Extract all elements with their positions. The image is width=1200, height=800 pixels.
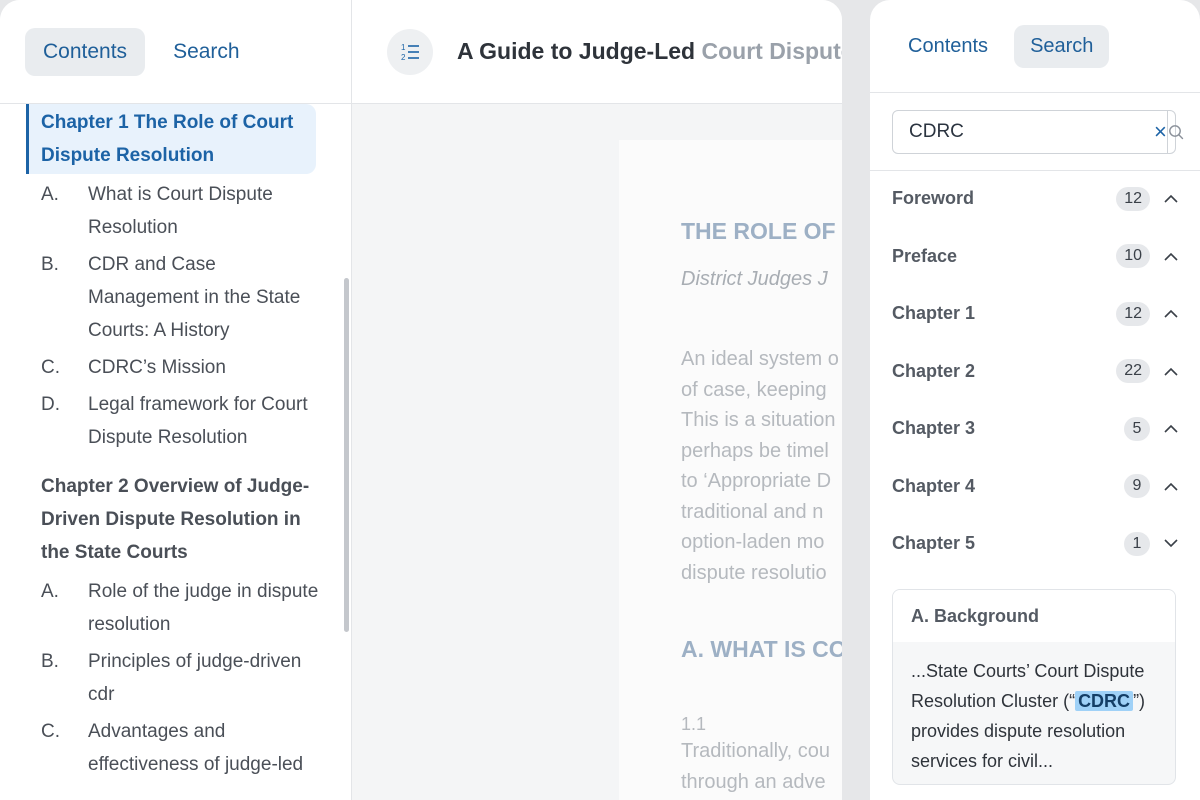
toc-item-label: CDR and Case Management in the State Cou…: [88, 254, 301, 341]
snippet-text: ...State Courts’ Court Dispute Resolutio…: [893, 642, 1175, 776]
toc-chapter-1[interactable]: Chapter 1 The Role of Court Dispute Reso…: [26, 104, 316, 174]
document-title-main: A Guide to Judge-Led: [457, 38, 696, 64]
result-group-chapter-2[interactable]: Chapter 2 22: [870, 343, 1200, 401]
match-count-badge: 22: [1116, 359, 1150, 384]
paragraph-line: An ideal system o: [681, 348, 839, 370]
toc-item[interactable]: C. Advantages and effectiveness of judge…: [41, 715, 321, 781]
toc-item[interactable]: B. Principles of judge-driven cdr: [41, 645, 321, 711]
paragraph-line: of case, keeping: [681, 378, 827, 401]
result-group-name: Chapter 3: [892, 418, 976, 439]
search-results: Foreword 12 Preface 10 Chapter 1 12 Chap…: [870, 170, 1200, 573]
paragraph-line: Traditionally, cou: [681, 740, 830, 762]
search-input[interactable]: [893, 111, 1154, 153]
magnifier-icon: [1168, 125, 1184, 140]
toc-item-letter: C.: [41, 357, 60, 378]
result-group-chapter-1[interactable]: Chapter 1 12: [870, 285, 1200, 343]
close-icon: ×: [1154, 119, 1167, 144]
paragraph-line: to ‘Appropriate D: [681, 470, 832, 492]
toc-item-letter: C.: [41, 721, 60, 742]
toc-item[interactable]: A. Role of the judge in dispute resoluti…: [41, 575, 321, 641]
chevron-down-icon: [1164, 537, 1178, 551]
chevron-up-icon: [1164, 479, 1178, 493]
result-group-chapter-5[interactable]: Chapter 5 1: [870, 515, 1200, 573]
result-group-preface[interactable]: Preface 10: [870, 228, 1200, 286]
paragraph: An ideal system o of case, keeping This …: [681, 344, 839, 588]
result-group-name: Chapter 4: [892, 475, 976, 496]
clear-search-button[interactable]: ×: [1154, 111, 1167, 153]
section-paragraph: Traditionally, cou through an adve: [681, 736, 830, 798]
section-heading: A. WHAT IS COU: [681, 636, 842, 662]
result-group-name: Chapter 1: [892, 303, 976, 324]
toc-item-label: CDRC’s Mission: [88, 357, 226, 378]
chevron-up-icon: [1164, 364, 1178, 378]
svg-text:2: 2: [401, 53, 406, 62]
reader-window: Contents Search Chapter 1 The Role of Co…: [0, 0, 842, 800]
tab-search[interactable]: Search: [155, 28, 258, 76]
match-count-badge: 9: [1124, 474, 1150, 499]
match-count-badge: 5: [1124, 416, 1150, 441]
document-header: 1 2 A Guide to Judge-Led Court Dispute R: [352, 0, 842, 104]
search-button[interactable]: [1166, 111, 1184, 153]
result-group-name: Foreword: [892, 188, 975, 209]
toc-item-letter: D.: [41, 394, 60, 415]
toc-item[interactable]: B. CDR and Case Management in the State …: [41, 248, 321, 347]
result-group-name: Chapter 2: [892, 360, 976, 381]
result-group-foreword[interactable]: Foreword 12: [870, 170, 1200, 228]
match-count-badge: 1: [1124, 531, 1150, 556]
ordered-list-icon: 1 2: [401, 43, 419, 62]
search-result-snippet[interactable]: A. Background ...State Courts’ Court Dis…: [892, 589, 1176, 785]
navigation-panel: Contents Search Chapter 1 The Role of Co…: [0, 0, 352, 800]
toc-item-label: Principles of judge-driven cdr: [88, 651, 302, 705]
paragraph-line: traditional and n: [681, 500, 824, 523]
toc-item-label: Role of the judge in dispute resolution: [88, 581, 319, 635]
result-group-name: Chapter 5: [892, 533, 976, 554]
chevron-up-icon: [1164, 249, 1178, 263]
paragraph-line: This is a situation: [681, 409, 836, 431]
document-title: A Guide to Judge-Led Court Dispute R: [457, 38, 842, 65]
chevron-up-icon: [1164, 422, 1178, 436]
paragraph-line: dispute resolutio: [681, 561, 827, 584]
chevron-up-icon: [1164, 307, 1178, 321]
toc-item-letter: B.: [41, 651, 59, 672]
result-group-chapter-4[interactable]: Chapter 4 9: [870, 458, 1200, 516]
snippet-heading: A. Background: [893, 590, 1175, 642]
toc-item-letter: A.: [41, 184, 59, 205]
search-match-highlight: CDRC: [1075, 691, 1134, 711]
match-count-badge: 12: [1116, 301, 1150, 326]
toc-item-label: Advantages and effectiveness of judge-le…: [88, 721, 304, 775]
toc-item[interactable]: C. CDRC’s Mission: [41, 351, 321, 384]
tab-contents[interactable]: Contents: [892, 25, 1004, 68]
toc-item-label: Legal framework for Court Dispute Resolu…: [88, 394, 308, 448]
toc-scrollbar[interactable]: [344, 278, 349, 632]
toc-item-label: What is Court Dispute Resolution: [88, 184, 273, 238]
result-group-chapter-3[interactable]: Chapter 3 5: [870, 400, 1200, 458]
document-viewer: 1 2 A Guide to Judge-Led Court Dispute R…: [352, 0, 842, 800]
tab-search[interactable]: Search: [1014, 24, 1110, 68]
result-group-name: Preface: [892, 245, 958, 266]
paragraph-line: option-laden mo: [681, 531, 825, 553]
toc-item[interactable]: D. Legal framework for Court Dispute Res…: [41, 388, 321, 454]
search-window: Contents Search × Foreword 12 Preface 10…: [870, 0, 1200, 800]
toc-toggle-button[interactable]: 1 2: [387, 28, 433, 75]
document-page: THE ROLE OF District Judges J An ideal s…: [619, 140, 842, 800]
match-count-badge: 12: [1116, 186, 1150, 211]
chevron-up-icon: [1164, 192, 1178, 206]
document-title-faded: Court Dispute R: [701, 38, 842, 64]
section-number: 1.1: [681, 714, 707, 734]
navigation-tabs: Contents Search: [0, 0, 351, 104]
search-box: ×: [892, 110, 1184, 154]
table-of-contents: Chapter 1 The Role of Court Dispute Reso…: [0, 104, 340, 800]
match-count-badge: 10: [1116, 244, 1150, 269]
chapter-subtitle: District Judges J: [681, 268, 828, 290]
chapter-heading: THE ROLE OF: [681, 218, 836, 244]
svg-text:1: 1: [401, 43, 406, 52]
paragraph-line: through an adve: [681, 771, 826, 793]
toc-chapter-2[interactable]: Chapter 2 Overview of Judge-Driven Dispu…: [26, 468, 316, 571]
tab-contents[interactable]: Contents: [25, 27, 146, 76]
toc-item-letter: A.: [41, 581, 59, 602]
toc-item[interactable]: A. What is Court Dispute Resolution: [41, 178, 321, 244]
search-window-tabs: Contents Search: [870, 0, 1200, 93]
paragraph-line: perhaps be timel: [681, 439, 829, 462]
toc-item-letter: B.: [41, 254, 59, 275]
